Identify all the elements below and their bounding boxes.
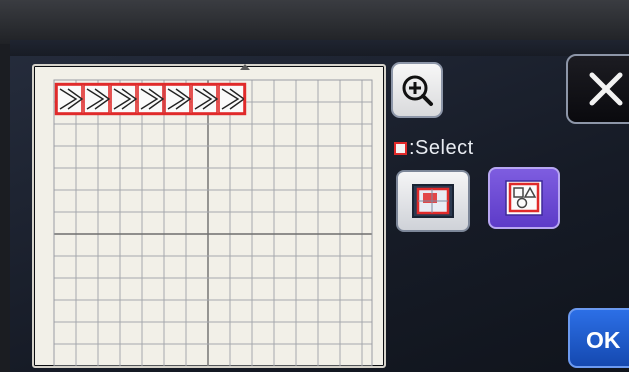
screen-header-strip bbox=[10, 40, 629, 56]
chevron-motif[interactable] bbox=[218, 84, 246, 114]
monitor-bezel bbox=[0, 0, 629, 44]
chevron-motif[interactable] bbox=[83, 84, 111, 114]
chevron-motif[interactable] bbox=[191, 84, 219, 114]
select-all-button[interactable] bbox=[396, 170, 470, 232]
select-all-icon bbox=[412, 184, 454, 218]
close-icon bbox=[589, 72, 623, 106]
chevron-motif[interactable] bbox=[164, 84, 192, 114]
select-shapes-icon bbox=[505, 180, 543, 216]
select-legend: :Select bbox=[394, 137, 474, 160]
zoom-button[interactable] bbox=[391, 62, 443, 118]
select-label: :Select bbox=[409, 137, 474, 159]
zoom-in-icon bbox=[402, 75, 433, 106]
close-button[interactable] bbox=[566, 54, 629, 124]
chevron-motif[interactable] bbox=[56, 84, 84, 114]
select-square-icon bbox=[394, 142, 407, 155]
chevron-motif[interactable] bbox=[137, 84, 165, 114]
pattern-grid-canvas[interactable] bbox=[32, 64, 386, 368]
chevron-pattern-row[interactable] bbox=[54, 82, 254, 118]
ok-button[interactable]: OK bbox=[568, 308, 629, 368]
select-object-button[interactable] bbox=[488, 167, 560, 229]
chevron-motif[interactable] bbox=[110, 84, 138, 114]
center-marker-icon bbox=[240, 64, 250, 70]
